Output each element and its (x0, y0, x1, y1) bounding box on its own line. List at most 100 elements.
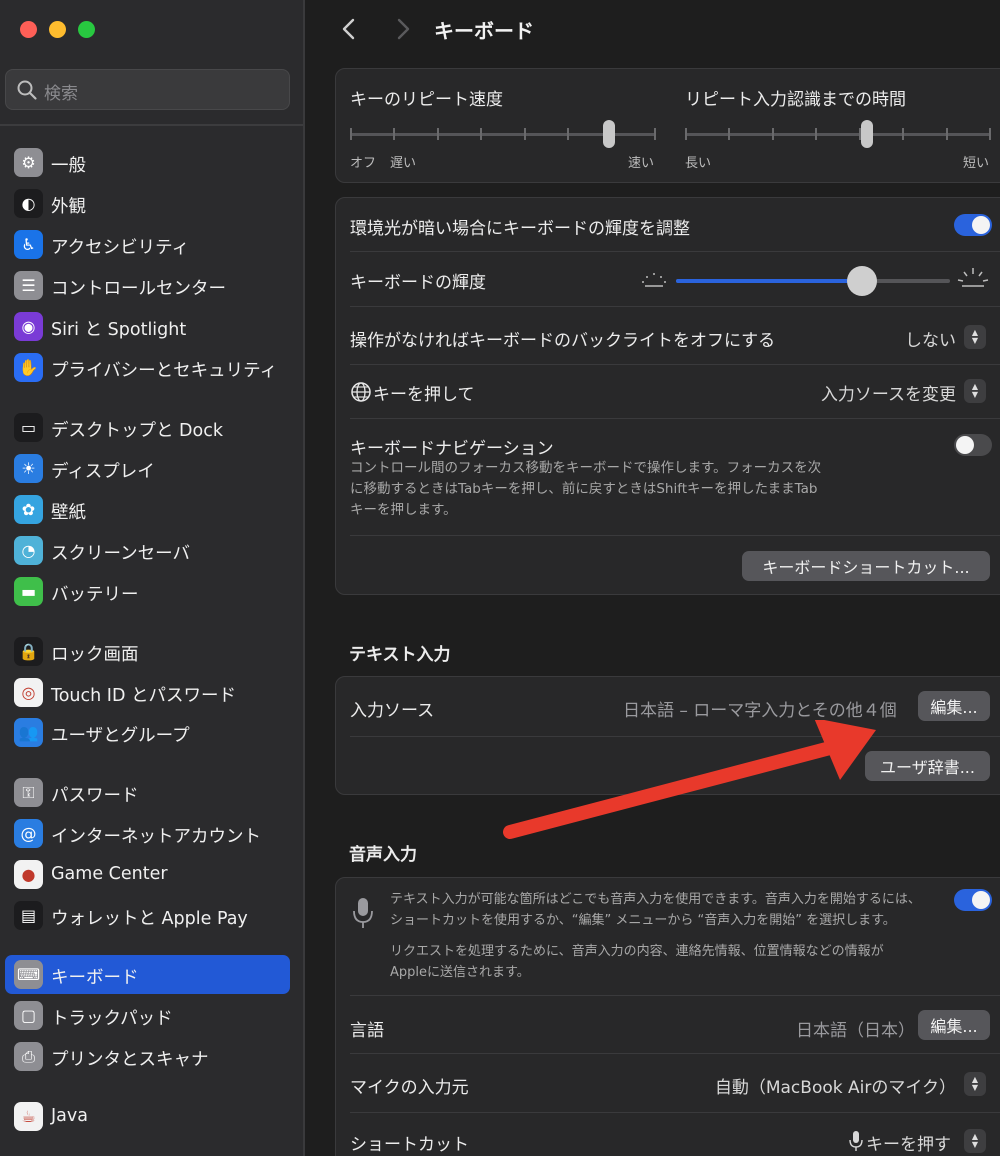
auto-adjust-label: 環境光が暗い場合にキーボードの輝度を調整 (350, 219, 690, 239)
sidebar-item-flower[interactable]: ✿ 壁紙 (5, 490, 290, 529)
auto-adjust-toggle[interactable] (954, 214, 992, 236)
sidebar-item-label: コントロールセンター (51, 279, 226, 299)
sidebar-item-keyboard[interactable]: ⌨ キーボード (5, 955, 290, 994)
keyboard-shortcuts-button[interactable]: キーボードショートカット... (742, 551, 990, 581)
microphone-icon (353, 898, 373, 928)
forward-icon[interactable] (391, 16, 415, 42)
main-content: キーボード キーのリピート速度 オフ 遅い 速い リピート入力認識までの時間 長… (307, 0, 1000, 1156)
dictation-toggle[interactable] (954, 889, 992, 911)
battery-icon: ▬ (14, 577, 43, 606)
globe-icon (351, 382, 371, 402)
slider-fill (676, 279, 863, 283)
at-icon: @ (14, 819, 43, 848)
user-dictionary-button[interactable]: ユーザ辞書... (865, 751, 990, 781)
sidebar-item-printer[interactable]: ⎙ プリンタとスキャナ (5, 1037, 290, 1076)
backlight-off-label: 操作がなければキーボードのバックライトをオフにする (350, 331, 776, 351)
minimize-window-button[interactable] (49, 21, 66, 38)
sidebar-item-wallet[interactable]: ▤ ウォレットと Apple Pay (5, 896, 290, 935)
sidebar-item-label: ウォレットと Apple Pay (51, 909, 248, 929)
slider-knob[interactable] (861, 120, 874, 148)
sidebar-item-screensaver[interactable]: ◔ スクリーンセーバ (5, 531, 290, 570)
sidebar-item-game-center[interactable]: ● Game Center (5, 855, 290, 894)
sidebar-item-appearance[interactable]: ◐ 外観 (5, 184, 290, 223)
key-repeat-slider[interactable] (350, 117, 656, 153)
dictation-language-label: 言語 (350, 1021, 384, 1041)
sidebar-item-lock[interactable]: 🔒 ロック画面 (5, 632, 290, 671)
globe-key-stepper[interactable]: ▲ ▼ (964, 379, 986, 403)
sidebar-item-dock[interactable]: ▭ デスクトップと Dock (5, 408, 290, 447)
close-window-button[interactable] (20, 21, 37, 38)
nav-desc-line: コントロール間のフォーカス移動をキーボードで操作します。フォーカスを次 (350, 460, 822, 476)
sidebar-item-label: プライバシーとセキュリティ (51, 361, 278, 381)
mic-source-stepper[interactable]: ▲ ▼ (964, 1072, 986, 1096)
brightness-slider[interactable] (676, 264, 950, 298)
sidebar-item-at[interactable]: @ インターネットアカウント (5, 814, 290, 853)
slider-tick (858, 128, 861, 140)
sidebar-item-key[interactable]: ⚿ パスワード (5, 773, 290, 812)
sun-icon: ☀ (14, 454, 43, 483)
sidebar-item-control-center[interactable]: ☰ コントロールセンター (5, 266, 290, 305)
accessibility-icon: ♿ (14, 230, 43, 259)
slider-tick (945, 128, 948, 140)
trackpad-icon: ▢ (14, 1001, 43, 1030)
gear-icon: ⚙ (14, 148, 43, 177)
page-title: キーボード (434, 19, 534, 43)
input-sources-edit-button[interactable]: 編集... (918, 691, 990, 721)
dictation-shortcut-value[interactable]: キーを押す (866, 1130, 951, 1155)
dictation-desc-line: Appleに送信されます。 (390, 965, 530, 980)
search-placeholder: 検索 (44, 84, 78, 104)
sidebar-divider (0, 124, 303, 126)
lock-icon: 🔒 (14, 637, 43, 666)
row-divider (350, 736, 1000, 737)
sidebar-item-fingerprint[interactable]: ◎ Touch ID とパスワード (5, 673, 290, 712)
keyboard-nav-toggle[interactable] (954, 434, 992, 456)
slider-tick (480, 128, 483, 140)
dictation-shortcut-stepper[interactable]: ▲ ▼ (964, 1129, 986, 1153)
key-repeat-label: キーのリピート速度 (350, 90, 503, 110)
globe-key-value[interactable]: 入力ソースを変更 (821, 380, 956, 405)
zoom-window-button[interactable] (78, 21, 95, 38)
sidebar-item-label: プリンタとスキャナ (51, 1050, 209, 1070)
slider-tick (728, 128, 731, 140)
sidebar-item-accessibility[interactable]: ♿ アクセシビリティ (5, 225, 290, 264)
sidebar-item-battery[interactable]: ▬ バッテリー (5, 572, 290, 611)
dock-icon: ▭ (14, 413, 43, 442)
slider-tick (771, 128, 774, 140)
backlight-off-stepper[interactable]: ▲ ▼ (964, 325, 986, 349)
sidebar-item-label: 外観 (51, 197, 86, 217)
dictation-desc-line: ショートカットを使用するか、“編集” メニューから “音声入力を開始” を選択し… (390, 913, 896, 928)
mic-source-value[interactable]: 自動（MacBook Airのマイク） (715, 1073, 956, 1098)
sidebar-item-label: Game Center (51, 864, 168, 884)
delay-slider[interactable] (685, 117, 991, 153)
dictation-language-edit-button[interactable]: 編集... (918, 1010, 990, 1040)
row-divider (350, 1112, 1000, 1113)
sidebar-item-label: パスワード (51, 786, 139, 806)
sidebar-item-label: アクセシビリティ (51, 238, 190, 258)
sidebar-item-users[interactable]: 👥 ユーザとグループ (5, 713, 290, 752)
sidebar-item-siri[interactable]: ◉ Siri と Spotlight (5, 307, 290, 346)
slider-tick (654, 128, 656, 140)
slider-knob[interactable] (847, 266, 878, 296)
sidebar-item-trackpad[interactable]: ▢ トラックパッド (5, 996, 290, 1035)
dictation-desc-line: テキスト入力が可能な箇所はどこでも音声入力を使用できます。音声入力を開始するには… (390, 892, 921, 907)
key-repeat-slow-label: 遅い (390, 156, 417, 171)
sidebar-item-java[interactable]: ☕ Java (5, 1097, 290, 1136)
slider-knob[interactable] (602, 120, 615, 148)
key-repeat-fast-label: 速い (628, 156, 655, 171)
appearance-icon: ◐ (14, 189, 43, 218)
backlight-off-value[interactable]: しない (905, 326, 956, 351)
backlight-card: 環境光が暗い場合にキーボードの輝度を調整 キーボードの輝度 操作がなければキーボ… (335, 197, 1000, 595)
users-icon: 👥 (14, 718, 43, 747)
mic-source-label: マイクの入力元 (350, 1078, 469, 1098)
sidebar-item-gear[interactable]: ⚙ 一般 (5, 143, 290, 182)
sidebar-item-hand[interactable]: ✋ プライバシーとセキュリティ (5, 348, 290, 387)
search-field[interactable]: 検索 (5, 69, 290, 110)
sidebar-item-label: キーボード (51, 968, 139, 988)
slider-tick (567, 128, 570, 140)
back-icon[interactable] (337, 16, 361, 42)
row-divider (350, 535, 1000, 536)
sidebar-item-sun[interactable]: ☀ ディスプレイ (5, 449, 290, 488)
nav-desc-line: キーを押します。 (350, 502, 457, 518)
sidebar-item-label: スクリーンセーバ (51, 544, 190, 564)
sidebar-item-label: Touch ID とパスワード (51, 686, 236, 706)
